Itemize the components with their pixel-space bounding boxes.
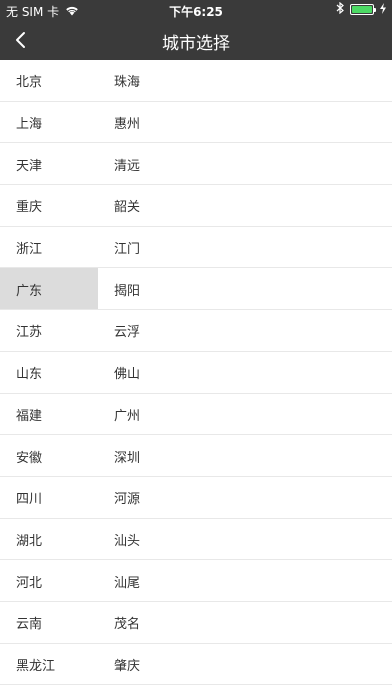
- city-item[interactable]: 珠海: [98, 60, 392, 102]
- province-item[interactable]: 天津: [0, 143, 98, 185]
- province-label: 重庆: [16, 200, 43, 216]
- city-item[interactable]: 茂名: [98, 602, 392, 644]
- city-label: 茂名: [114, 617, 141, 633]
- province-label: 上海: [16, 117, 43, 133]
- province-label: 天津: [16, 158, 43, 174]
- province-item[interactable]: 广东: [0, 268, 98, 311]
- page-title: 城市选择: [162, 34, 230, 54]
- province-label: 北京: [16, 75, 43, 91]
- province-label: 云南: [16, 617, 43, 633]
- city-item[interactable]: 肇庆: [98, 644, 392, 686]
- province-label: 安徽: [16, 450, 43, 466]
- city-label: 佛山: [114, 367, 141, 383]
- province-item[interactable]: 山东: [0, 352, 98, 394]
- province-item[interactable]: 四川: [0, 477, 98, 519]
- province-label: 河北: [16, 575, 43, 591]
- city-item[interactable]: 惠州: [98, 102, 392, 144]
- province-label: 江苏: [16, 325, 43, 341]
- province-item[interactable]: 江苏: [0, 310, 98, 352]
- province-label: 湖北: [16, 533, 43, 549]
- city-label: 汕尾: [114, 575, 141, 591]
- city-item[interactable]: 汕尾: [98, 560, 392, 602]
- province-item[interactable]: 北京: [0, 60, 98, 102]
- city-item[interactable]: 云浮: [98, 310, 392, 352]
- province-label: 福建: [16, 408, 43, 424]
- city-item[interactable]: 揭阳: [98, 268, 392, 310]
- city-item[interactable]: 广州: [98, 394, 392, 436]
- city-item[interactable]: 佛山: [98, 352, 392, 394]
- province-label: 四川: [16, 492, 43, 508]
- city-label: 广州: [114, 408, 141, 424]
- city-label: 汕头: [114, 533, 141, 549]
- province-item[interactable]: 河北: [0, 560, 98, 602]
- city-label: 肇庆: [114, 658, 141, 674]
- status-right: [336, 1, 386, 17]
- province-item[interactable]: 安徽: [0, 435, 98, 477]
- province-item[interactable]: 重庆: [0, 185, 98, 227]
- city-label: 珠海: [114, 75, 141, 91]
- city-label: 清远: [114, 158, 141, 174]
- city-item[interactable]: 汕头: [98, 519, 392, 561]
- nav-bar: 城市选择: [0, 20, 392, 60]
- province-item[interactable]: 云南: [0, 602, 98, 644]
- bluetooth-icon: [336, 1, 344, 17]
- province-label: 山东: [16, 367, 43, 383]
- province-label: 浙江: [16, 242, 43, 258]
- city-label: 河源: [114, 492, 141, 508]
- city-label: 揭阳: [114, 283, 141, 299]
- province-item[interactable]: 黑龙江: [0, 644, 98, 686]
- province-item[interactable]: 福建: [0, 394, 98, 436]
- city-item[interactable]: 深圳: [98, 435, 392, 477]
- city-label: 韶关: [114, 200, 141, 216]
- city-item[interactable]: 河源: [98, 477, 392, 519]
- province-label: 黑龙江: [16, 658, 56, 674]
- province-item[interactable]: 湖北: [0, 519, 98, 561]
- city-list: 珠海惠州清远韶关江门揭阳云浮佛山广州深圳河源汕头汕尾茂名肇庆: [98, 60, 392, 696]
- status-time: 下午6:25: [169, 5, 223, 19]
- province-item[interactable]: 上海: [0, 102, 98, 144]
- city-label: 深圳: [114, 450, 141, 466]
- city-label: 江门: [114, 242, 141, 258]
- status-bar: 无 SIM 卡 下午6:25: [0, 0, 392, 20]
- city-item[interactable]: 清远: [98, 143, 392, 185]
- province-item[interactable]: 浙江: [0, 227, 98, 269]
- province-list: 北京上海天津重庆浙江广东江苏山东福建安徽四川湖北河北云南黑龙江: [0, 60, 98, 696]
- city-label: 惠州: [114, 117, 141, 133]
- city-label: 云浮: [114, 325, 141, 341]
- battery-icon: [350, 4, 376, 15]
- charging-icon: [380, 2, 386, 17]
- city-item[interactable]: 韶关: [98, 185, 392, 227]
- city-item[interactable]: 江门: [98, 227, 392, 269]
- province-label: 广东: [16, 283, 43, 299]
- battery-level: [352, 6, 372, 13]
